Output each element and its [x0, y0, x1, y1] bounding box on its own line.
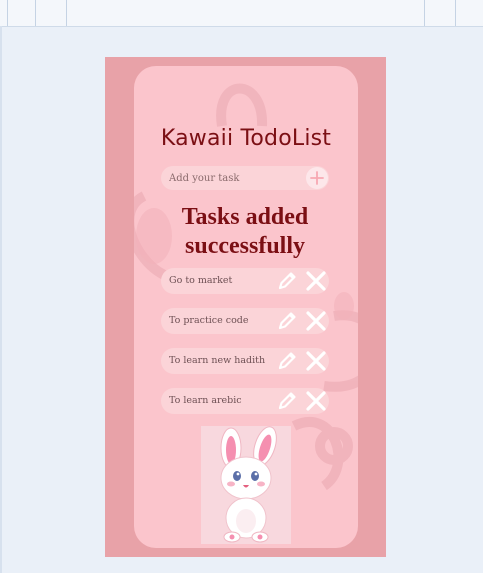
close-icon[interactable] — [304, 309, 328, 333]
task-item: To learn arebic — [161, 388, 329, 414]
pencil-icon[interactable] — [275, 309, 299, 333]
close-icon[interactable] — [304, 269, 328, 293]
pencil-icon[interactable] — [275, 389, 299, 413]
bunny-icon — [220, 426, 277, 543]
task-label: Go to market — [169, 275, 233, 286]
browser-top-strip — [0, 0, 483, 27]
pencil-icon[interactable] — [275, 349, 299, 373]
task-item: Go to market — [161, 268, 329, 294]
divider — [0, 26, 2, 573]
pencil-icon[interactable] — [275, 269, 299, 293]
plus-icon — [310, 171, 324, 185]
bunny-illustration — [201, 426, 291, 544]
task-input-container — [161, 166, 329, 190]
task-label: To learn new hadith — [169, 355, 266, 366]
app-title: Kawaii TodoList — [160, 126, 332, 151]
divider — [66, 0, 67, 26]
status-message: Tasks added successfully — [181, 204, 309, 259]
divider — [424, 0, 425, 26]
divider — [35, 0, 36, 26]
task-input[interactable] — [169, 166, 299, 190]
divider — [455, 0, 456, 26]
task-item: To practice code — [161, 308, 329, 334]
task-item: To learn new hadith — [161, 348, 329, 374]
task-label: To learn arebic — [169, 395, 242, 406]
task-label: To practice code — [169, 315, 249, 326]
close-icon[interactable] — [304, 349, 328, 373]
divider — [7, 0, 8, 26]
add-task-button[interactable] — [306, 167, 328, 189]
close-icon[interactable] — [304, 389, 328, 413]
